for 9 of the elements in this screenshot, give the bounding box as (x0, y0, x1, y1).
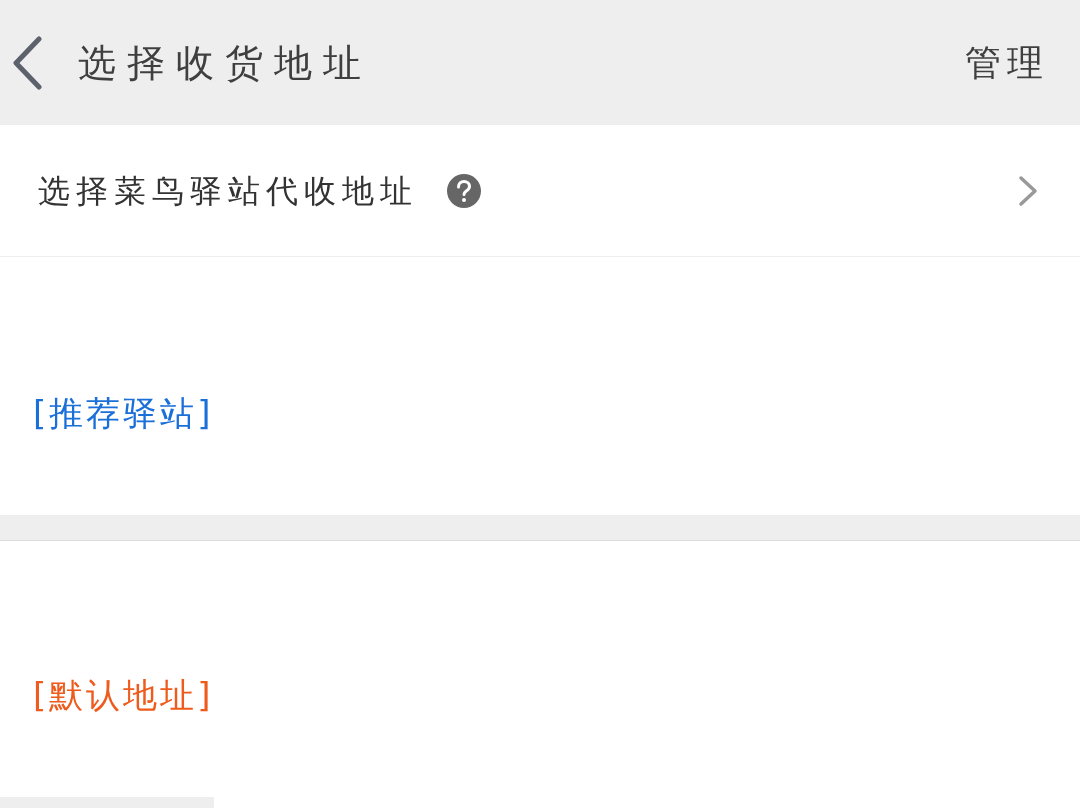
row-label: 选择菜鸟驿站代收地址 (38, 174, 418, 207)
page-title: 选择收货地址 (78, 43, 372, 82)
back-button[interactable] (10, 34, 44, 91)
chevron-right-icon (1018, 174, 1038, 207)
manage-button[interactable]: 管理 (965, 44, 1049, 81)
section-label: [推荐驿站] (33, 396, 214, 430)
chevron-left-icon (11, 35, 43, 90)
help-icon[interactable] (447, 173, 481, 208)
section-label: [默认地址] (33, 678, 214, 712)
